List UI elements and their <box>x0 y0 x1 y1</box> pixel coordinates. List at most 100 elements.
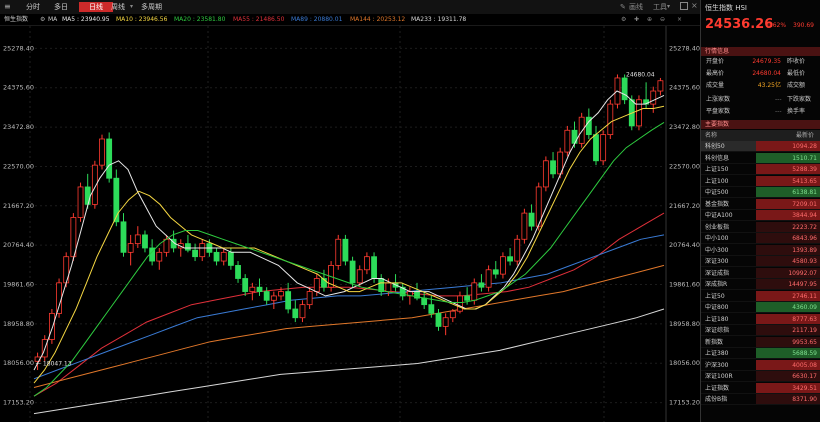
index-list-item[interactable]: 深证300 4580.93 <box>701 256 820 267</box>
candle-body <box>185 243 191 251</box>
index-list-item[interactable]: 上证指数 3429.51 <box>701 382 820 394</box>
candlestick-chart[interactable]: 25278.40 25278.40 24375.60 24375.60 23472.80… <box>0 26 700 422</box>
index-list-item[interactable]: 创业板指 2223.72 <box>701 221 820 233</box>
index-list-item[interactable]: 基金指数 7209.01 <box>701 198 820 210</box>
close-icon[interactable]: × <box>691 1 698 11</box>
y-tick-label-right: 18958.80 <box>669 320 700 328</box>
window-restore-icon[interactable] <box>680 2 688 10</box>
index-list-item[interactable]: 深成指R 14497.95 <box>701 279 820 290</box>
chevron-down-icon[interactable]: ▾ <box>667 2 670 12</box>
gear-icon[interactable]: ⚙ <box>621 15 626 24</box>
index-list-item[interactable]: 沪深300 4005.08 <box>701 359 820 371</box>
candle-body <box>113 177 120 223</box>
index-list-name: 中证A100 <box>705 212 733 219</box>
index-list-name: 深成指R <box>705 281 728 288</box>
quote-label: 开盘价 <box>706 58 725 65</box>
candle-body <box>242 278 249 292</box>
index-list-price: 3844.94 <box>756 210 820 220</box>
ma89-value: MA89 : 20880.01 <box>291 16 343 23</box>
index-list-name: 中小300 <box>705 246 729 254</box>
candle-body <box>349 260 356 284</box>
zoom-in-icon[interactable]: ⊕ <box>647 15 652 24</box>
candle-body <box>285 291 292 310</box>
candle-body <box>435 312 442 327</box>
candle-body <box>120 221 127 253</box>
draw-line-button[interactable]: 画线 <box>629 2 643 12</box>
candle-body <box>278 291 284 297</box>
index-list-name: 科创信息 <box>705 154 730 162</box>
index-list-name: 上证指数 <box>705 384 730 392</box>
index-list-header: 主要指数 <box>701 120 820 129</box>
menu-icon[interactable]: ≡ <box>4 2 11 12</box>
candle-body <box>385 282 392 292</box>
candle-body <box>528 212 535 227</box>
index-list-item[interactable]: 深证100R 6630.17 <box>701 371 820 382</box>
quote-label-2: 成交额 <box>787 82 806 89</box>
index-list-price: 5288.39 <box>756 164 820 174</box>
candle-body <box>657 80 664 92</box>
candle-body <box>650 90 657 105</box>
tools-button[interactable]: 工具 <box>653 2 667 12</box>
index-list-item[interactable]: 深证综指 2117.19 <box>701 325 820 336</box>
index-list-name: 上证150 <box>705 166 729 173</box>
tab-weekly[interactable]: 周线 <box>107 2 129 12</box>
index-list-item[interactable]: 中证A100 3844.94 <box>701 210 820 221</box>
index-list-item[interactable]: 新指数 9953.65 <box>701 336 820 348</box>
index-list-item[interactable]: 上证150 5288.39 <box>701 164 820 175</box>
index-list-name: 科创50 <box>705 143 725 150</box>
tab-intraday[interactable]: 分时 <box>22 2 44 12</box>
index-list-item[interactable]: 深证成指 10992.07 <box>701 267 820 279</box>
index-list-name: 深证成指 <box>705 269 730 277</box>
candle-body <box>371 256 377 279</box>
column-price[interactable]: 最新价 <box>796 130 814 141</box>
candle-body <box>464 295 471 301</box>
index-list-item[interactable]: 中证500 6138.81 <box>701 187 820 198</box>
quote-label-2: 昨收价 <box>787 58 806 65</box>
candle-body <box>442 317 449 327</box>
tab-multiperiod[interactable]: 多周期 <box>137 2 166 12</box>
chevron-down-icon[interactable]: ▾ <box>130 2 133 12</box>
index-list-item[interactable]: 上证380 5688.59 <box>701 348 820 359</box>
index-price: 24536.26 <box>705 17 774 32</box>
y-tick-label-right: 25278.40 <box>669 44 700 52</box>
candle-body <box>485 269 492 288</box>
index-list-name: 中小100 <box>705 235 729 242</box>
index-list-item[interactable]: 中证800 4360.09 <box>701 302 820 313</box>
zoom-out-icon[interactable]: ⊖ <box>660 15 665 24</box>
index-list-price: 5413.65 <box>756 175 820 186</box>
index-list-item[interactable]: 上证50 2746.11 <box>701 290 820 302</box>
candle-body <box>292 308 299 319</box>
index-list-item[interactable]: 科创信息 1510.71 <box>701 152 820 164</box>
index-list-name: 沪深300 <box>705 361 729 369</box>
index-list-name: 成份B指 <box>705 396 728 403</box>
tab-multiday[interactable]: 多日 <box>50 2 72 12</box>
y-tick-label-left: 24375.60 <box>3 84 34 92</box>
quote-row-unchanged: 平盘家数 --- 换手率 <box>701 106 820 118</box>
quote-row-volume: 成交量 43.25亿 成交额 <box>701 80 820 92</box>
candle-body <box>256 286 263 292</box>
index-list-price: 9953.65 <box>756 336 820 347</box>
add-icon[interactable]: ✚ <box>634 15 639 24</box>
index-list-item[interactable]: 中小300 1393.89 <box>701 244 820 256</box>
index-list-price: 2223.72 <box>756 221 820 232</box>
index-list-item[interactable]: 科创50 1094.28 <box>701 141 820 152</box>
column-name[interactable]: 名称 <box>705 130 717 141</box>
index-list-item[interactable]: 上证100 5413.65 <box>701 175 820 187</box>
chart-close-icon[interactable]: × <box>677 15 682 24</box>
candle-body <box>600 134 607 162</box>
draw-line-icon[interactable]: ✎ <box>620 2 626 12</box>
settings-icon[interactable]: ⚙ <box>40 15 45 24</box>
candle-body <box>607 103 614 136</box>
quote-label: 最高价 <box>706 70 725 77</box>
index-list-item[interactable]: 成份B指 8371.90 <box>701 394 820 405</box>
index-list-item[interactable]: 中小100 6843.96 <box>701 233 820 244</box>
index-list-price: 6138.81 <box>756 187 820 197</box>
y-tick-label-right: 18056.00 <box>669 359 700 367</box>
quote-sidebar: 恒生指数 HSI 24536.26 1.62% 390.69 行情信息 开盘价 … <box>700 0 820 422</box>
index-list-item[interactable]: 上证180 8777.63 <box>701 313 820 325</box>
candle-body <box>213 251 220 262</box>
candle-body <box>306 291 313 306</box>
index-list-name: 深证100R <box>705 373 733 380</box>
quote-value-2: --- <box>775 96 782 103</box>
y-tick-label-right: 21667.20 <box>669 202 700 210</box>
